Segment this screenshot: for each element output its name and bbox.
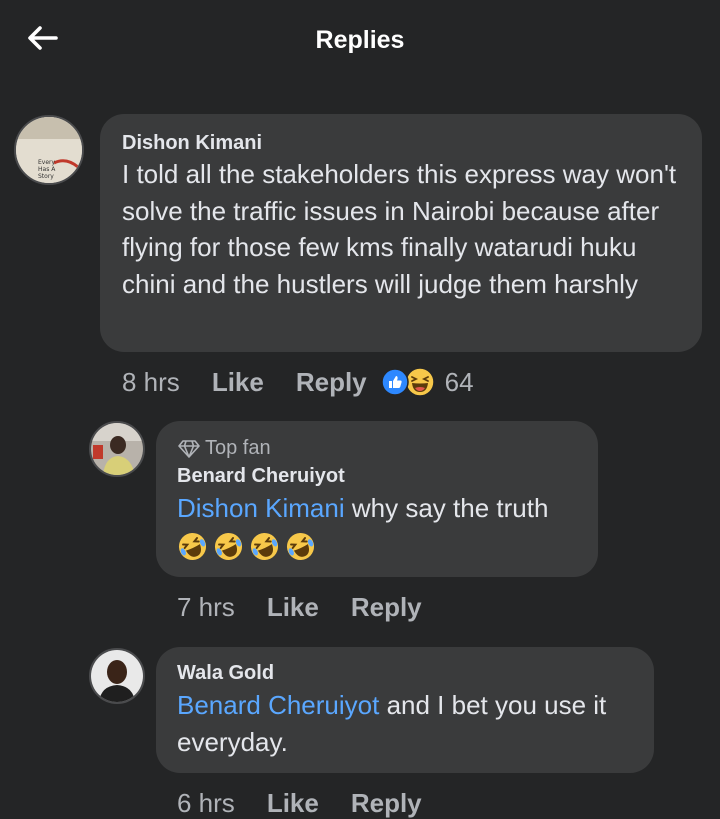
avatar[interactable]: Every Has A Story <box>14 115 84 185</box>
avatar[interactable] <box>89 648 145 704</box>
like-button[interactable]: Like <box>267 788 319 819</box>
reply-button[interactable]: Reply <box>351 788 422 819</box>
mention-link[interactable]: Benard Cheruiyot <box>177 690 379 720</box>
reaction-count: 64 <box>444 366 474 397</box>
comment-author[interactable]: Wala Gold <box>177 662 274 685</box>
comment-actions: 8 hrs Like Reply 64 <box>122 366 474 398</box>
mention-link[interactable]: Dishon Kimani <box>177 493 345 523</box>
comment-author[interactable]: Dishon Kimani <box>122 132 262 155</box>
comment-body: why say the truth <box>344 493 549 523</box>
comment-author[interactable]: Benard Cheruiyot <box>177 465 345 488</box>
like-reaction-icon <box>380 368 409 396</box>
comment-actions: 6 hrs Like Reply <box>177 787 422 819</box>
avatar-image <box>91 650 143 702</box>
svg-text:Has A: Has A <box>38 166 56 173</box>
reactions[interactable]: 64 <box>380 366 474 398</box>
top-bar: Replies <box>0 0 720 84</box>
reply-button[interactable]: Reply <box>296 367 367 398</box>
diamond-icon <box>178 439 200 458</box>
comment-timestamp: 8 hrs <box>122 366 180 397</box>
avatar[interactable] <box>89 421 145 477</box>
rolling-on-floor-laughing-emoji <box>178 532 207 561</box>
top-fan-label: Top fan <box>205 437 271 459</box>
comment-text: I told all the stakeholders this express… <box>122 159 677 299</box>
like-button[interactable]: Like <box>267 592 319 623</box>
avatar-image: Every Has A Story <box>16 117 82 183</box>
comment-text: Dishon Kimani why say the truth <box>177 490 587 527</box>
comment-text: Benard Cheruiyot and I bet you use it ev… <box>177 687 647 760</box>
avatar-image <box>91 423 143 475</box>
svg-text:Every: Every <box>38 159 56 166</box>
emoji-line <box>178 532 322 561</box>
haha-reaction-icon <box>404 367 435 397</box>
rolling-on-floor-laughing-emoji <box>286 532 315 561</box>
rolling-on-floor-laughing-emoji <box>214 532 243 561</box>
rolling-on-floor-laughing-emoji <box>250 532 279 561</box>
comment-timestamp: 6 hrs <box>177 787 235 818</box>
svg-text:Story: Story <box>38 173 54 180</box>
like-button[interactable]: Like <box>212 367 264 398</box>
comment-actions: 7 hrs Like Reply <box>177 591 422 623</box>
page-title: Replies <box>315 26 405 54</box>
comment-timestamp: 7 hrs <box>177 591 235 622</box>
reply-button[interactable]: Reply <box>351 592 422 623</box>
top-fan-badge: Top fan <box>178 437 271 460</box>
